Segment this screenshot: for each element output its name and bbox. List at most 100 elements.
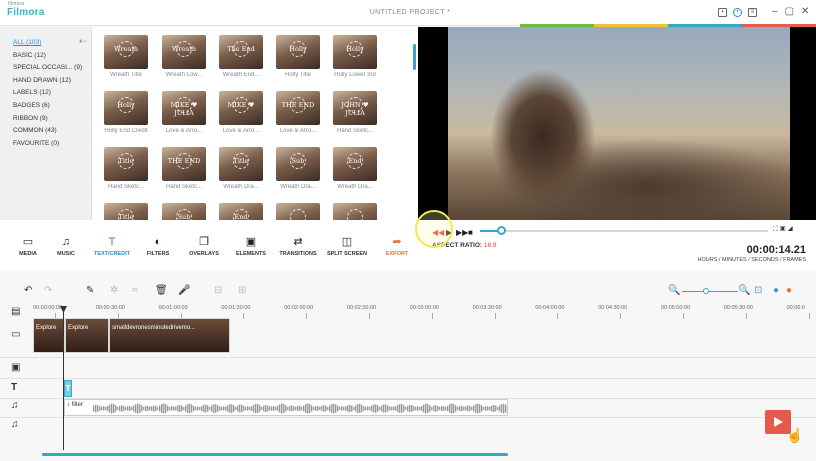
title-thumbnail[interactable]: The End [219,35,263,69]
category-item[interactable]: BADGES (6) [13,102,50,109]
track-settings-icon[interactable]: ▤ [11,306,20,317]
title-thumbnail[interactable]: End [219,203,263,220]
thumbnail-art-text: Holly [289,45,307,53]
category-item[interactable]: HAND DRAWN (12) [13,77,71,84]
ruler-tick-label: 00:04:00:00 [535,305,565,311]
menu-icon[interactable]: ≡ [748,8,757,17]
view-icons: ⛶ ▣ ◢ [773,226,793,234]
title-thumbnail[interactable]: End [333,147,377,181]
timeline-scrollbar[interactable] [42,453,508,456]
ruler-tick [557,313,559,319]
forward-icon[interactable]: ▶▶ [456,228,468,237]
title-thumbnail[interactable]: Sub [276,147,320,181]
title-thumbnail[interactable] [333,203,377,220]
video-clip[interactable]: smalldevronesminutedrivemo... [109,318,230,353]
track-divider [0,378,816,379]
stop-icon[interactable]: ■ [468,228,473,237]
mode-icon[interactable]: ● [773,285,779,296]
title-thumbnail[interactable]: Holly [276,35,320,69]
title-thumbnail[interactable]: Wreath [104,35,148,69]
text-clip[interactable]: T [64,380,72,397]
music-track-2-icon: ♫ [11,419,19,430]
scrubber-knob[interactable] [497,226,506,235]
toolbar-icon: ◐ [154,236,162,248]
title-thumbnail[interactable]: THE END [276,91,320,125]
zoom-slider[interactable] [682,291,738,292]
video-clip[interactable]: Explore [65,318,109,353]
title-thumbnail[interactable]: Holly [104,91,148,125]
category-item[interactable]: SPECIAL OCCASI... (9) [13,64,82,71]
chat-icon[interactable]: • [733,8,742,17]
app-logo: filmora Filmora [7,1,45,18]
ruler-tick-label: 00:04:30:00 [598,305,628,311]
fit-icon[interactable]: ⊡ [754,285,762,296]
playback-scrubber[interactable] [480,230,768,232]
collapse-arrow-icon[interactable]: ⇠ [79,36,87,47]
thumbnail-art-text: JOHN ♥ JULIA [341,101,369,117]
aspect-value[interactable]: 16:9 [484,242,497,249]
zoom-in-icon[interactable]: 🔍 [738,285,750,296]
title-thumbnail[interactable]: Holly [333,35,377,69]
grid-scrollbar[interactable] [413,44,416,70]
toolbar-elements-button[interactable]: ▣ ELEMENTS [227,236,275,257]
save-icon[interactable]: ▪ [718,8,727,17]
category-item[interactable]: ALL (103) [13,39,41,46]
music-track-icon: ♫ [11,400,19,411]
title-thumbnail[interactable]: MIKE ♥ JULIA [162,91,206,125]
snapshot-icon[interactable]: ▣ [780,226,786,233]
title-thumbnail[interactable]: Title [219,147,263,181]
toolbar-text-credit-button[interactable]: T TEXT/CREDIT [88,236,136,257]
titlebar-icons: ▪ • ≡ [718,8,757,17]
delete-icon[interactable]: 🗑 [155,285,168,296]
ruler-tick-label: 00:05:00:00 [661,305,691,311]
toolbar-export-button[interactable]: ➦ EXPORT [373,236,421,257]
zoom-knob[interactable] [703,288,709,294]
audio-clip[interactable]: ♪ filter [64,399,508,416]
fullscreen-icon[interactable]: ⛶ [773,226,778,233]
zoom-out-icon[interactable]: 🔍 [668,285,680,296]
undo-icon[interactable]: ↶ [24,285,32,296]
title-thumbnail[interactable]: JOHN ♥ JULIA [333,91,377,125]
thumbnail-label: Hand Sketc... [336,128,374,134]
record-icon[interactable]: 🎤 [178,285,190,296]
toolbar-filters-button[interactable]: ◐ FILTERS [134,236,182,257]
track-divider [0,357,816,358]
ruler-tick-label: 00:03:00:00 [409,305,439,311]
playhead[interactable] [63,307,64,450]
edit-icon[interactable]: ✎ [86,285,94,296]
toolbar-split-screen-button[interactable]: ◫ SPLIT SCREEN [323,236,371,257]
maximize-button[interactable]: ▢ [785,6,794,17]
category-item[interactable]: BASIC (12) [13,52,46,59]
clip-label: Explore [36,325,57,331]
category-item[interactable]: FAVOURITE (0) [13,140,59,147]
toolbar-transitions-button[interactable]: ⇄ TRANSITIONS [274,236,322,257]
redo-icon[interactable]: ↷ [44,285,52,296]
title-bar: filmora Filmora UNTITLED PROJECT * ▪ • ≡… [0,0,816,27]
record-mode-icon[interactable]: ● [786,285,792,296]
close-button[interactable]: ✕ [801,6,809,17]
toolbar-overlays-button[interactable]: ❐ OVERLAYS [180,236,228,257]
title-thumbnail[interactable]: Title [104,147,148,181]
toolbar-icon: ➦ [392,236,402,248]
ruler-tick-label: 00:06:0 [786,305,805,311]
category-item[interactable]: LABELS (12) [13,89,51,96]
toolbar-music-button[interactable]: ♫ MUSIC [42,236,90,257]
toolbar-label: TEXT/CREDIT [93,251,131,257]
minimize-button[interactable]: – [772,6,778,17]
category-item[interactable]: RIBBON (9) [13,115,48,122]
title-thumbnail[interactable]: Title [104,203,148,220]
ruler-tick [683,313,684,319]
detach-icon[interactable]: ⊞ [238,285,246,296]
speed-icon[interactable]: ✲ [110,285,118,296]
volume-icon[interactable]: ◢ [787,226,793,233]
title-thumbnail[interactable] [276,203,320,220]
title-thumbnail[interactable]: Sub [162,203,206,220]
title-thumbnail[interactable]: THE END [162,147,206,181]
category-item[interactable]: COMMON (43) [13,127,57,134]
split-icon[interactable]: ⊟ [214,285,222,296]
crop-icon[interactable]: ⌗ [132,285,138,296]
video-clip[interactable]: Explore [33,318,65,353]
title-thumbnail[interactable]: Wreath [162,35,206,69]
thumbnail-art-text: End [348,157,362,165]
title-thumbnail[interactable]: MIKE ♥ [219,91,263,125]
